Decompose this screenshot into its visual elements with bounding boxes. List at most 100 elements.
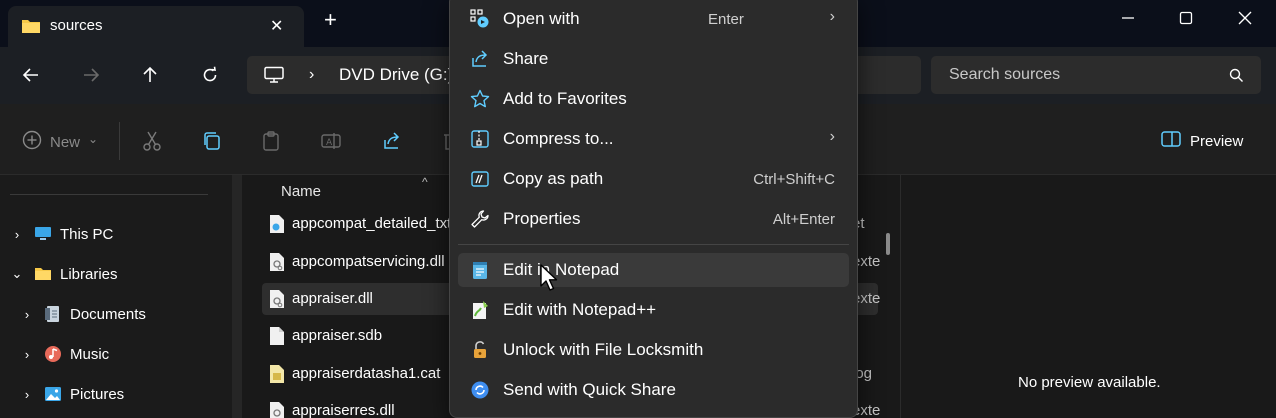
menu-item-label: Edit with Notepad++ bbox=[503, 300, 657, 319]
dll-file-icon bbox=[268, 289, 286, 309]
open-with-icon bbox=[470, 9, 490, 29]
menu-item-label: Properties bbox=[503, 209, 581, 228]
chevron-down-icon[interactable]: ⌄ bbox=[10, 266, 24, 282]
new-button[interactable]: New ⌄ bbox=[22, 130, 98, 154]
context-menu: Open with Enter › Share Add to Favorites… bbox=[449, 0, 858, 418]
menu-item-edit-with-notepadpp[interactable]: Edit with Notepad++ bbox=[458, 293, 849, 327]
file-name: appraiserres.dll bbox=[292, 402, 395, 418]
zip-icon bbox=[470, 129, 490, 149]
sort-up-icon: ^ bbox=[422, 175, 428, 189]
menu-item-label: Share bbox=[503, 49, 549, 68]
file-name: appraiserdatasha1.cat bbox=[292, 365, 441, 382]
menu-item-copy-as-path[interactable]: Copy as path Ctrl+Shift+C bbox=[458, 162, 849, 196]
pictures-icon bbox=[44, 385, 62, 403]
close-icon[interactable]: ✕ bbox=[270, 16, 283, 36]
menu-item-send-with-quick-share[interactable]: Send with Quick Share bbox=[458, 373, 849, 407]
nav-item-pictures[interactable]: › Pictures bbox=[20, 382, 124, 406]
notepadpp-icon bbox=[470, 300, 490, 320]
paste-icon[interactable] bbox=[260, 130, 282, 152]
file-list-scrollbar[interactable] bbox=[886, 233, 890, 255]
nav-item-label: Libraries bbox=[60, 265, 118, 283]
new-label: New bbox=[50, 133, 81, 151]
menu-item-label: Send with Quick Share bbox=[503, 380, 676, 399]
nav-item-label: Documents bbox=[70, 305, 146, 323]
menu-item-share[interactable]: Share bbox=[458, 42, 849, 76]
chevron-right-icon[interactable]: › bbox=[20, 307, 34, 322]
mouse-pointer-icon bbox=[540, 264, 560, 297]
file-name: appcompatservicing.dll bbox=[292, 253, 445, 270]
nav-item-documents[interactable]: › Documents bbox=[20, 302, 146, 326]
wrench-icon bbox=[470, 209, 490, 229]
menu-item-unlock-with-file-locksmith[interactable]: Unlock with File Locksmith bbox=[458, 333, 849, 367]
back-arrow-icon[interactable] bbox=[19, 64, 43, 86]
nav-item-label: Pictures bbox=[70, 385, 125, 403]
quick-share-icon bbox=[470, 380, 490, 400]
menu-item-compress-to[interactable]: Compress to... › bbox=[458, 122, 849, 156]
search-box[interactable]: Search sources bbox=[931, 56, 1261, 94]
nav-item-libraries[interactable]: ⌄ Libraries bbox=[10, 262, 118, 286]
share-icon bbox=[470, 49, 490, 69]
file-name: appraiser.dll bbox=[292, 290, 373, 307]
file-name: appcompat_detailed_txt bbox=[292, 215, 452, 232]
rename-icon[interactable]: A bbox=[320, 130, 342, 152]
nav-item-music[interactable]: › Music bbox=[20, 342, 109, 366]
forward-arrow-icon[interactable] bbox=[79, 64, 103, 86]
breadcrumb-chevron-icon[interactable]: › bbox=[309, 66, 314, 84]
chevron-down-icon: ⌄ bbox=[88, 132, 99, 146]
cut-icon[interactable] bbox=[141, 130, 163, 152]
star-icon bbox=[470, 89, 490, 109]
chevron-right-icon[interactable]: › bbox=[20, 347, 34, 362]
menu-item-add-to-favorites[interactable]: Add to Favorites bbox=[458, 82, 849, 116]
submenu-chevron-icon: › bbox=[829, 128, 835, 145]
music-icon bbox=[44, 345, 62, 363]
menu-item-shortcut: Alt+Enter bbox=[772, 211, 835, 228]
nav-item-label: This PC bbox=[60, 225, 114, 243]
menu-item-label: Unlock with File Locksmith bbox=[503, 340, 704, 359]
navigation-pane: › This PC ⌄ Libraries › Documents › Musi… bbox=[0, 175, 242, 418]
menu-item-open-with[interactable]: Open with Enter › bbox=[458, 2, 849, 36]
refresh-icon[interactable] bbox=[198, 64, 222, 86]
close-window-icon[interactable] bbox=[1230, 8, 1260, 28]
pc-icon bbox=[34, 225, 52, 243]
documents-icon bbox=[44, 305, 62, 323]
menu-item-label: Edit in Notepad bbox=[503, 260, 620, 279]
folder-icon bbox=[21, 17, 41, 40]
nav-item-this-pc[interactable]: › This PC bbox=[10, 222, 114, 246]
submenu-chevron-icon: › bbox=[829, 8, 835, 25]
tab-sources[interactable]: sources ✕ bbox=[8, 6, 304, 47]
preview-button[interactable]: Preview bbox=[1161, 131, 1243, 151]
folder-icon bbox=[34, 265, 52, 283]
command-separator bbox=[119, 122, 120, 160]
menu-item-edit-in-notepad[interactable]: Edit in Notepad bbox=[458, 253, 849, 287]
maximize-icon[interactable] bbox=[1171, 8, 1201, 28]
chevron-right-icon[interactable]: › bbox=[20, 387, 34, 402]
menu-item-shortcut: Enter bbox=[708, 11, 744, 28]
nav-scrollbar[interactable] bbox=[232, 175, 242, 418]
preview-label: Preview bbox=[1190, 132, 1244, 150]
chevron-right-icon[interactable]: › bbox=[10, 227, 24, 242]
new-tab-button[interactable]: + bbox=[324, 9, 337, 31]
menu-item-label: Open with bbox=[503, 9, 580, 28]
preview-pane-icon bbox=[1161, 131, 1181, 151]
blank-file-icon bbox=[268, 326, 286, 346]
menu-item-shortcut: Ctrl+Shift+C bbox=[753, 171, 835, 188]
svg-text:A: A bbox=[326, 138, 333, 148]
column-header-name[interactable]: Name bbox=[281, 183, 321, 200]
menu-item-label: Add to Favorites bbox=[503, 89, 627, 108]
settings-file-icon bbox=[268, 214, 286, 234]
plus-circle-icon bbox=[22, 130, 42, 154]
copy-path-icon bbox=[470, 169, 490, 189]
minimize-icon[interactable] bbox=[1113, 8, 1143, 28]
dll-file-icon bbox=[268, 252, 286, 272]
nav-item-label: Music bbox=[70, 345, 110, 363]
menu-item-properties[interactable]: Properties Alt+Enter bbox=[458, 202, 849, 236]
nav-divider bbox=[10, 194, 208, 195]
share-icon[interactable] bbox=[381, 130, 403, 152]
breadcrumb-dvd-drive[interactable]: DVD Drive (G:) bbox=[339, 65, 453, 85]
tab-title: sources bbox=[50, 17, 103, 34]
search-input[interactable]: Search sources bbox=[949, 66, 1060, 84]
preview-pane: No preview available. bbox=[900, 175, 1276, 418]
file-name: appraiser.sdb bbox=[292, 327, 383, 344]
up-arrow-icon[interactable] bbox=[138, 64, 162, 86]
copy-icon[interactable] bbox=[201, 130, 223, 152]
